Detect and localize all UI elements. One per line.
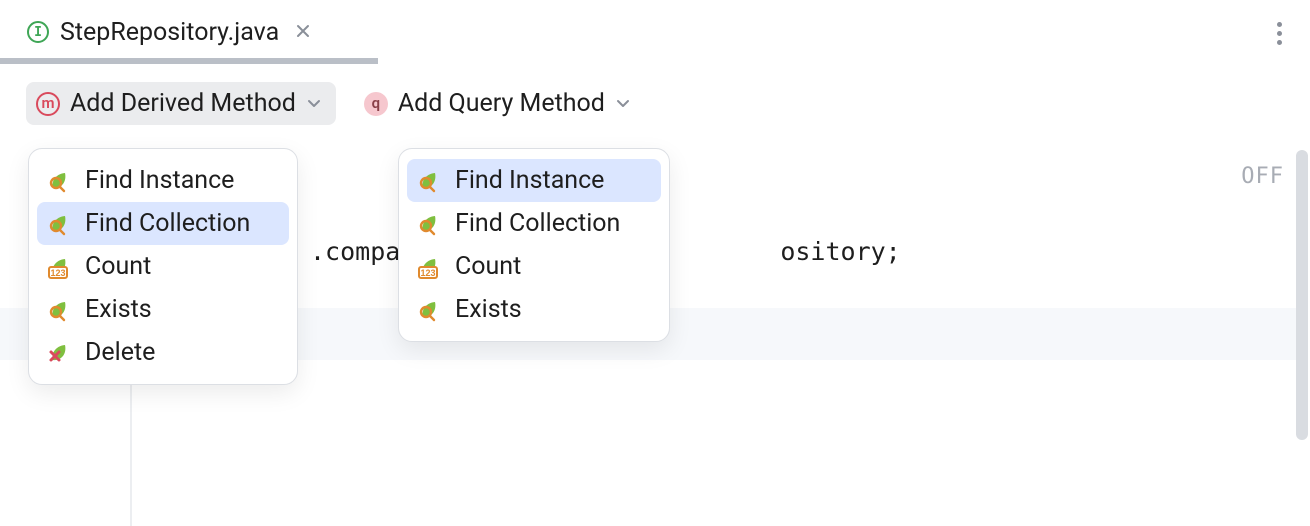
leaf-search-icon bbox=[417, 168, 443, 194]
query-menu-item-label: Exists bbox=[455, 295, 522, 324]
derived-menu-item-label: Find Instance bbox=[85, 166, 234, 195]
leaf-123-icon bbox=[417, 254, 443, 280]
derived-menu-item-label: Exists bbox=[85, 295, 152, 324]
add-query-method-button[interactable]: q Add Query Method bbox=[354, 82, 645, 125]
derived-menu-item[interactable]: Count bbox=[37, 245, 289, 288]
query-menu-item-label: Count bbox=[455, 252, 521, 281]
close-tab-icon[interactable] bbox=[295, 20, 311, 45]
chevron-down-icon bbox=[615, 89, 631, 118]
leaf-x-icon bbox=[47, 340, 73, 366]
query-menu-item-label: Find Collection bbox=[455, 209, 620, 238]
query-menu-item[interactable]: Find Instance bbox=[407, 159, 661, 202]
derived-menu-item[interactable]: Delete bbox=[37, 331, 289, 374]
add-derived-method-label: Add Derived Method bbox=[70, 89, 296, 118]
leaf-search-icon bbox=[47, 297, 73, 323]
query-method-menu: Find Instance Find Collection Count Exists bbox=[398, 148, 670, 342]
tab-filename: StepRepository.java bbox=[60, 18, 279, 47]
leaf-search-icon bbox=[417, 297, 443, 323]
derived-menu-item-label: Count bbox=[85, 252, 151, 281]
leaf-123-icon bbox=[47, 254, 73, 280]
vertical-scrollbar[interactable] bbox=[1296, 150, 1308, 440]
derived-badge-icon: m bbox=[36, 92, 60, 116]
leaf-search-icon bbox=[47, 168, 73, 194]
query-badge-icon: q bbox=[364, 92, 388, 116]
derived-menu-item-label: Delete bbox=[85, 338, 155, 367]
leaf-search-icon bbox=[417, 211, 443, 237]
derived-menu-item[interactable]: Find Instance bbox=[37, 159, 289, 202]
tab-options-menu-icon[interactable] bbox=[1273, 18, 1286, 49]
svg-text:I: I bbox=[34, 25, 42, 40]
action-bar: m Add Derived Method q Add Query Method bbox=[0, 64, 1310, 125]
add-query-method-label: Add Query Method bbox=[398, 89, 605, 118]
tab-bar: I StepRepository.java bbox=[0, 0, 1310, 64]
leaf-search-icon bbox=[47, 211, 73, 237]
chevron-down-icon bbox=[306, 89, 322, 118]
query-menu-item[interactable]: Count bbox=[407, 245, 661, 288]
query-menu-item[interactable]: Exists bbox=[407, 288, 661, 331]
derived-menu-item-label: Find Collection bbox=[85, 209, 250, 238]
add-derived-method-button[interactable]: m Add Derived Method bbox=[26, 82, 336, 125]
derived-menu-item[interactable]: Find Collection bbox=[37, 202, 289, 245]
derived-method-menu: Find Instance Find Collection Count Exists D… bbox=[28, 148, 298, 385]
derived-menu-item[interactable]: Exists bbox=[37, 288, 289, 331]
query-menu-item-label: Find Instance bbox=[455, 166, 604, 195]
query-menu-item[interactable]: Find Collection bbox=[407, 202, 661, 245]
file-tab[interactable]: I StepRepository.java bbox=[10, 0, 327, 64]
inspection-indicator[interactable]: OFF bbox=[1241, 164, 1284, 189]
java-interface-icon: I bbox=[26, 20, 50, 44]
